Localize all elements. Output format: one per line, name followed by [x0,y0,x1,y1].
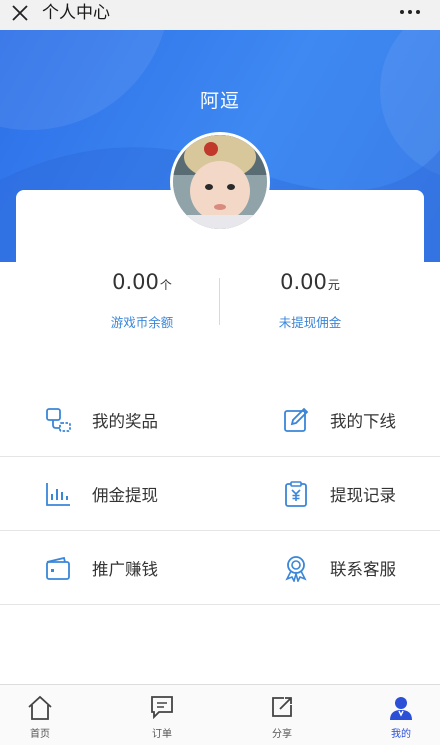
more-icon[interactable] [398,4,422,20]
username: 阿逗 [199,90,240,112]
yen-clipboard-icon [285,480,307,507]
menu-label: 我的下线 [330,411,396,431]
menu-item-withdraw-records[interactable]: 提现记录 [282,457,396,530]
menu-label: 我的奖品 [92,411,158,431]
edit-icon [284,407,309,432]
tab-orders[interactable]: 订单 [122,685,202,745]
tab-share[interactable]: 分享 [242,685,322,745]
menu-label: 联系客服 [330,559,396,579]
menu-label: 提现记录 [330,485,396,505]
close-icon[interactable] [10,3,30,23]
commission-stat[interactable]: 0.00元 未提现佣金 [210,270,410,331]
badge-icon [285,555,307,582]
avatar-image [173,135,267,229]
share-icon [272,697,292,717]
menu-row: 我的奖品 我的下线 [0,383,440,457]
tab-label: 订单 [152,729,172,740]
menu-item-withdraw-commission[interactable]: 佣金提现 [44,457,158,530]
coin-balance-value: 0.00 [112,270,159,294]
menu-row: 佣金提现 提现记录 [0,457,440,531]
message-icon [151,696,173,719]
menu-grid: 我的奖品 我的下线 佣金提现 提现记录 推广赚钱 联系客服 [0,383,440,605]
tab-label: 首页 [30,729,50,740]
menu-row: 推广赚钱 联系客服 [0,531,440,605]
bar-chart-icon [46,482,70,506]
page-title: 个人中心 [42,3,110,23]
menu-item-my-prizes[interactable]: 我的奖品 [44,383,158,456]
commission-label: 未提现佣金 [278,315,342,330]
tab-mine[interactable]: 我的 [361,685,440,745]
user-icon [390,697,412,720]
menu-item-my-downline[interactable]: 我的下线 [282,383,396,456]
commission-value: 0.00 [280,270,327,294]
top-bar: 个人中心 [0,0,440,30]
tab-label: 分享 [272,729,292,740]
prize-icon [46,407,71,432]
home-icon [28,695,52,720]
menu-item-promote-earn[interactable]: 推广赚钱 [44,531,158,604]
menu-label: 佣金提现 [92,485,158,505]
commission-unit: 元 [327,278,340,292]
menu-label: 推广赚钱 [92,559,158,579]
menu-item-contact-support[interactable]: 联系客服 [282,531,396,604]
coin-balance-unit: 个 [159,278,172,292]
bottom-tab-bar: 首页 订单 分享 我的 [0,684,440,745]
avatar[interactable] [170,132,270,232]
tab-label: 我的 [391,729,411,740]
tab-home[interactable]: 首页 [0,685,80,745]
wallet-icon [46,556,70,580]
